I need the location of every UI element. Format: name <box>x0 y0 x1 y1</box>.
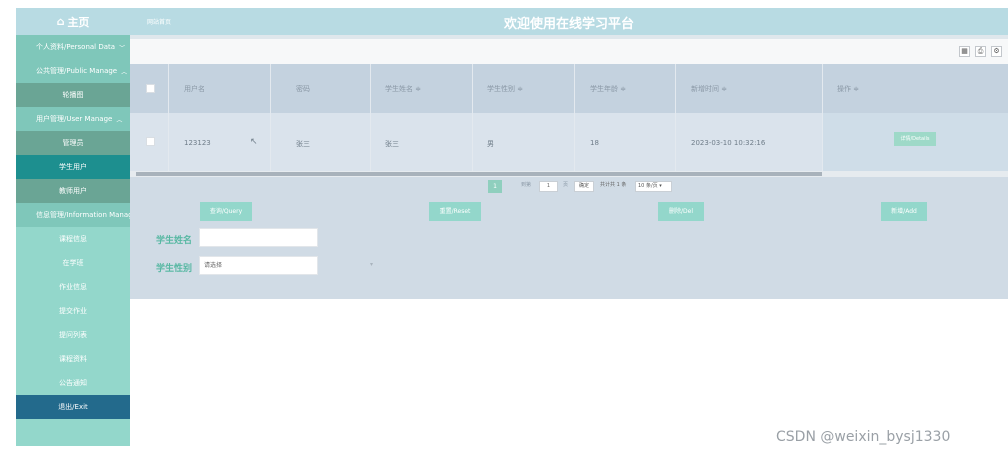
sidebar-item-public-manage[interactable]: 公共管理/Public Manage ︿ <box>16 59 130 83</box>
column-divider <box>472 64 473 171</box>
student-gender-label: 学生性别 <box>156 264 193 274</box>
col-actions[interactable]: 操作 ≑ <box>837 84 859 94</box>
page-title: 欢迎使用在线学习平台 <box>503 17 634 32</box>
col-student-name[interactable]: 学生姓名 ≑ <box>385 84 421 94</box>
cell-student-name: 张三 <box>385 140 399 148</box>
reset-button[interactable]: 重置/Reset <box>429 202 481 221</box>
sidebar-item-class[interactable]: 在学班 <box>16 251 130 275</box>
sidebar-item-questions[interactable]: 提问列表 <box>16 323 130 347</box>
column-divider <box>574 64 575 171</box>
main-panel: ▦ ⎙ ⚙ 用户名 密码 学生姓名 ≑ 学生性别 ≑ 学生年龄 ≑ 新增时间 ≑… <box>130 39 1008 299</box>
col-password[interactable]: 密码 <box>296 84 310 94</box>
sidebar-item-course-materials[interactable]: 课程资料 <box>16 347 130 371</box>
pagination-confirm-button[interactable]: 确定 <box>574 181 594 192</box>
col-username[interactable]: 用户名 <box>184 84 205 94</box>
scrollbar-thumb[interactable] <box>136 172 822 176</box>
sidebar-item-admin[interactable]: 管理员 <box>16 131 130 155</box>
page-number-current[interactable]: 1 <box>488 180 502 193</box>
chevron-down-icon: ﹀ <box>119 44 126 52</box>
column-divider <box>270 64 271 171</box>
sidebar-item-user-manage[interactable]: 用户管理/User Manage ︿ <box>16 107 130 131</box>
row-checkbox[interactable] <box>146 137 155 146</box>
sidebar: ⌂ 主页 个人资料/Personal Data ﹀ 公共管理/Public Man… <box>16 8 130 446</box>
print-icon[interactable]: ⎙ <box>975 46 986 57</box>
cell-created-time: 2023-03-10 10:32:16 <box>691 139 766 147</box>
chevron-down-icon: ▾ <box>370 261 374 268</box>
sidebar-home-label: 主页 <box>67 15 90 29</box>
sidebar-item-announcements[interactable]: 公告通知 <box>16 371 130 395</box>
sidebar-item-personal-data[interactable]: 个人资料/Personal Data ﹀ <box>16 35 130 59</box>
sidebar-item-information-manage[interactable]: 信息管理/Information Manage﹀ <box>16 203 130 227</box>
sidebar-item-carousel[interactable]: 轮播图 <box>16 83 130 107</box>
pagination-goto-label: 到第 <box>521 182 532 188</box>
chevron-up-icon: ︿ <box>121 68 128 76</box>
details-button[interactable]: 详情/Details <box>894 132 936 146</box>
watermark: CSDN @weixin_bysj1330 <box>776 429 951 445</box>
table-toolbar: ▦ ⎙ ⚙ <box>130 39 1008 64</box>
chevron-down-icon: ▾ <box>659 183 662 189</box>
cell-password: 张三 <box>296 140 310 148</box>
cursor-icon: ↖ <box>250 137 258 147</box>
sidebar-item-homework-info[interactable]: 作业信息 <box>16 275 130 299</box>
sidebar-item-student-users[interactable]: 学生用户 <box>16 155 130 179</box>
column-divider <box>675 64 676 171</box>
col-gender[interactable]: 学生性别 ≑ <box>487 84 523 94</box>
sidebar-item-exit[interactable]: 退出/Exit <box>16 395 130 419</box>
table-header <box>130 64 1008 113</box>
select-all-checkbox[interactable] <box>146 84 155 93</box>
pagination-total: 共计共 1 条 <box>600 182 627 188</box>
add-button[interactable]: 新增/Add <box>881 202 927 221</box>
cell-username: 123123 <box>184 139 211 147</box>
pagination-goto-input[interactable]: 1 <box>539 181 558 192</box>
page-size-select[interactable]: 10 条/页 ▾ <box>635 181 672 192</box>
export-icon[interactable]: ▦ <box>959 46 970 57</box>
student-name-input[interactable] <box>199 228 318 247</box>
sidebar-home[interactable]: ⌂ 主页 <box>16 8 130 35</box>
sidebar-item-submit-homework[interactable]: 提交作业 <box>16 299 130 323</box>
top-header: 网站首页 欢迎使用在线学习平台 <box>130 8 1008 35</box>
student-gender-select[interactable]: 请选择 <box>199 256 318 275</box>
cell-gender: 男 <box>487 140 494 148</box>
query-button[interactable]: 查询/Query <box>200 202 252 221</box>
col-created-time[interactable]: 新增时间 ≑ <box>691 84 727 94</box>
column-divider <box>370 64 371 171</box>
col-age[interactable]: 学生年龄 ≑ <box>590 84 626 94</box>
pagination-page-unit: 页 <box>563 182 569 188</box>
sidebar-item-course-info[interactable]: 课程信息 <box>16 227 130 251</box>
sidebar-item-teacher-users[interactable]: 教师用户 <box>16 179 130 203</box>
settings-icon[interactable]: ⚙ <box>991 46 1002 57</box>
delete-button[interactable]: 删除/Del <box>658 202 704 221</box>
column-divider <box>168 64 169 171</box>
home-icon: ⌂ <box>56 15 65 28</box>
cell-age: 18 <box>590 139 599 147</box>
student-name-label: 学生姓名 <box>156 236 193 246</box>
column-divider <box>822 64 823 171</box>
chevron-up-icon: ︿ <box>116 116 123 124</box>
